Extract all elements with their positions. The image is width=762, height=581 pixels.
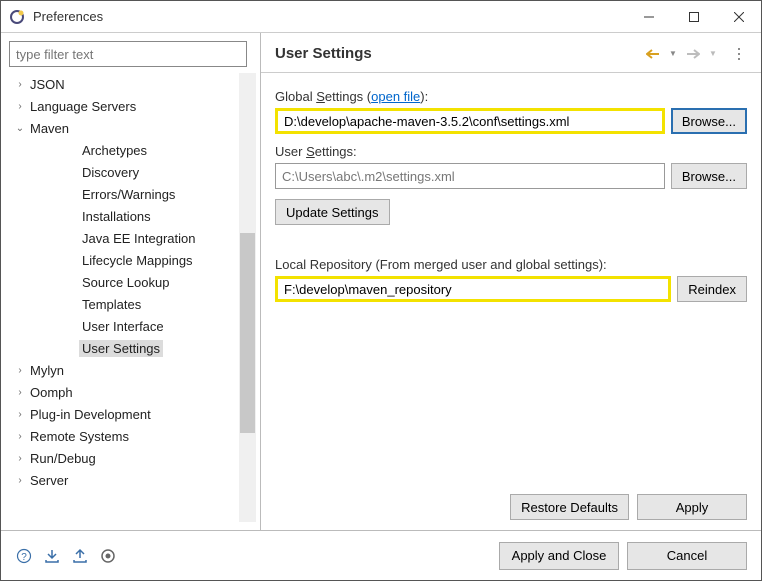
tree-item[interactable]: Lifecycle Mappings (9, 249, 239, 271)
tree-item-label: Errors/Warnings (79, 186, 178, 203)
tree-item-label: Language Servers (27, 98, 139, 115)
update-settings-button[interactable]: Update Settings (275, 199, 390, 225)
tree-item[interactable]: Source Lookup (9, 271, 239, 293)
tree-item[interactable]: ›JSON (9, 73, 239, 95)
tree-item[interactable]: Errors/Warnings (9, 183, 239, 205)
minimize-button[interactable] (626, 1, 671, 33)
tree-item-label: Java EE Integration (79, 230, 198, 247)
import-icon[interactable] (43, 547, 61, 565)
tree-item-label: Run/Debug (27, 450, 99, 467)
tree-item[interactable]: ›Mylyn (9, 359, 239, 381)
tree-item-label: Mylyn (27, 362, 67, 379)
open-file-link[interactable]: open file (371, 89, 420, 104)
reindex-button[interactable]: Reindex (677, 276, 747, 302)
maximize-button[interactable] (671, 1, 716, 33)
filter-input[interactable] (9, 41, 247, 67)
back-menu-icon[interactable]: ▼ (665, 46, 681, 62)
forward-icon[interactable] (685, 46, 701, 62)
user-browse-button[interactable]: Browse... (671, 163, 747, 189)
tree-item[interactable]: ›Plug-in Development (9, 403, 239, 425)
tree-item-label: Remote Systems (27, 428, 132, 445)
global-settings-label: Global Settings (open file): (275, 89, 747, 104)
apply-close-button[interactable]: Apply and Close (499, 542, 619, 570)
tree-item[interactable]: ⌄Maven (9, 117, 239, 139)
chevron-right-icon[interactable]: › (13, 431, 27, 442)
tree-item[interactable]: ›Run/Debug (9, 447, 239, 469)
restore-defaults-button[interactable]: Restore Defaults (510, 494, 629, 520)
page-header: User Settings ▼ ▼ (261, 33, 761, 73)
tree-item-label: Server (27, 472, 71, 489)
page-title: User Settings (275, 45, 645, 62)
chevron-down-icon[interactable]: ⌄ (13, 123, 27, 134)
scrollbar-thumb[interactable] (240, 233, 255, 433)
titlebar: Preferences (1, 1, 761, 33)
left-panel: ›JSON›Language Servers⌄MavenArchetypesDi… (1, 33, 261, 530)
preferences-tree[interactable]: ›JSON›Language Servers⌄MavenArchetypesDi… (9, 73, 239, 522)
tree-item[interactable]: ›Oomph (9, 381, 239, 403)
chevron-right-icon[interactable]: › (13, 409, 27, 420)
chevron-right-icon[interactable]: › (13, 365, 27, 376)
tree-item-label: Oomph (27, 384, 76, 401)
local-repo-label: Local Repository (From merged user and g… (275, 257, 747, 272)
global-browse-button[interactable]: Browse... (671, 108, 747, 134)
cancel-button[interactable]: Cancel (627, 542, 747, 570)
app-icon (9, 9, 25, 25)
tree-item-label: Templates (79, 296, 144, 313)
user-settings-label: User Settings: (275, 144, 747, 159)
tree-item-label: Installations (79, 208, 154, 225)
global-settings-input[interactable] (275, 108, 665, 134)
content-area: Global Settings (open file): Browse... U… (261, 73, 761, 530)
tree-item-label: Plug-in Development (27, 406, 154, 423)
back-icon[interactable] (645, 46, 661, 62)
tree-item-label: Maven (27, 120, 72, 137)
chevron-right-icon[interactable]: › (13, 475, 27, 486)
tree-item-label: Lifecycle Mappings (79, 252, 196, 269)
chevron-right-icon[interactable]: › (13, 453, 27, 464)
chevron-right-icon[interactable]: › (13, 101, 27, 112)
tree-item[interactable]: ›Language Servers (9, 95, 239, 117)
user-settings-input[interactable] (275, 163, 665, 189)
chevron-right-icon[interactable]: › (13, 387, 27, 398)
tree-item-label: Archetypes (79, 142, 150, 159)
tree-item-label: User Settings (79, 340, 163, 357)
tree-item-label: Source Lookup (79, 274, 172, 291)
chevron-right-icon[interactable]: › (13, 79, 27, 90)
apply-button[interactable]: Apply (637, 494, 747, 520)
bottombar: ? Apply and Close Cancel (1, 530, 761, 580)
tree-item[interactable]: User Interface (9, 315, 239, 337)
tree-item-label: JSON (27, 76, 68, 93)
tree-item[interactable]: Archetypes (9, 139, 239, 161)
tree-item-label: User Interface (79, 318, 167, 335)
tree-item[interactable]: ›Remote Systems (9, 425, 239, 447)
local-repo-input[interactable] (275, 276, 671, 302)
export-icon[interactable] (71, 547, 89, 565)
tree-scrollbar[interactable] (239, 73, 256, 522)
tree-item[interactable]: Discovery (9, 161, 239, 183)
view-menu-icon[interactable] (731, 46, 747, 62)
forward-menu-icon[interactable]: ▼ (705, 46, 721, 62)
tree-item[interactable]: Installations (9, 205, 239, 227)
close-button[interactable] (716, 1, 761, 33)
window-title: Preferences (33, 9, 626, 24)
right-panel: User Settings ▼ ▼ Global Settings (open … (261, 33, 761, 530)
oomph-icon[interactable] (99, 547, 117, 565)
tree-item[interactable]: Templates (9, 293, 239, 315)
tree-item[interactable]: User Settings (9, 337, 239, 359)
tree-item-label: Discovery (79, 164, 142, 181)
help-icon[interactable]: ? (15, 547, 33, 565)
tree-item[interactable]: Java EE Integration (9, 227, 239, 249)
tree-item[interactable]: ›Server (9, 469, 239, 491)
svg-text:?: ? (21, 552, 27, 563)
